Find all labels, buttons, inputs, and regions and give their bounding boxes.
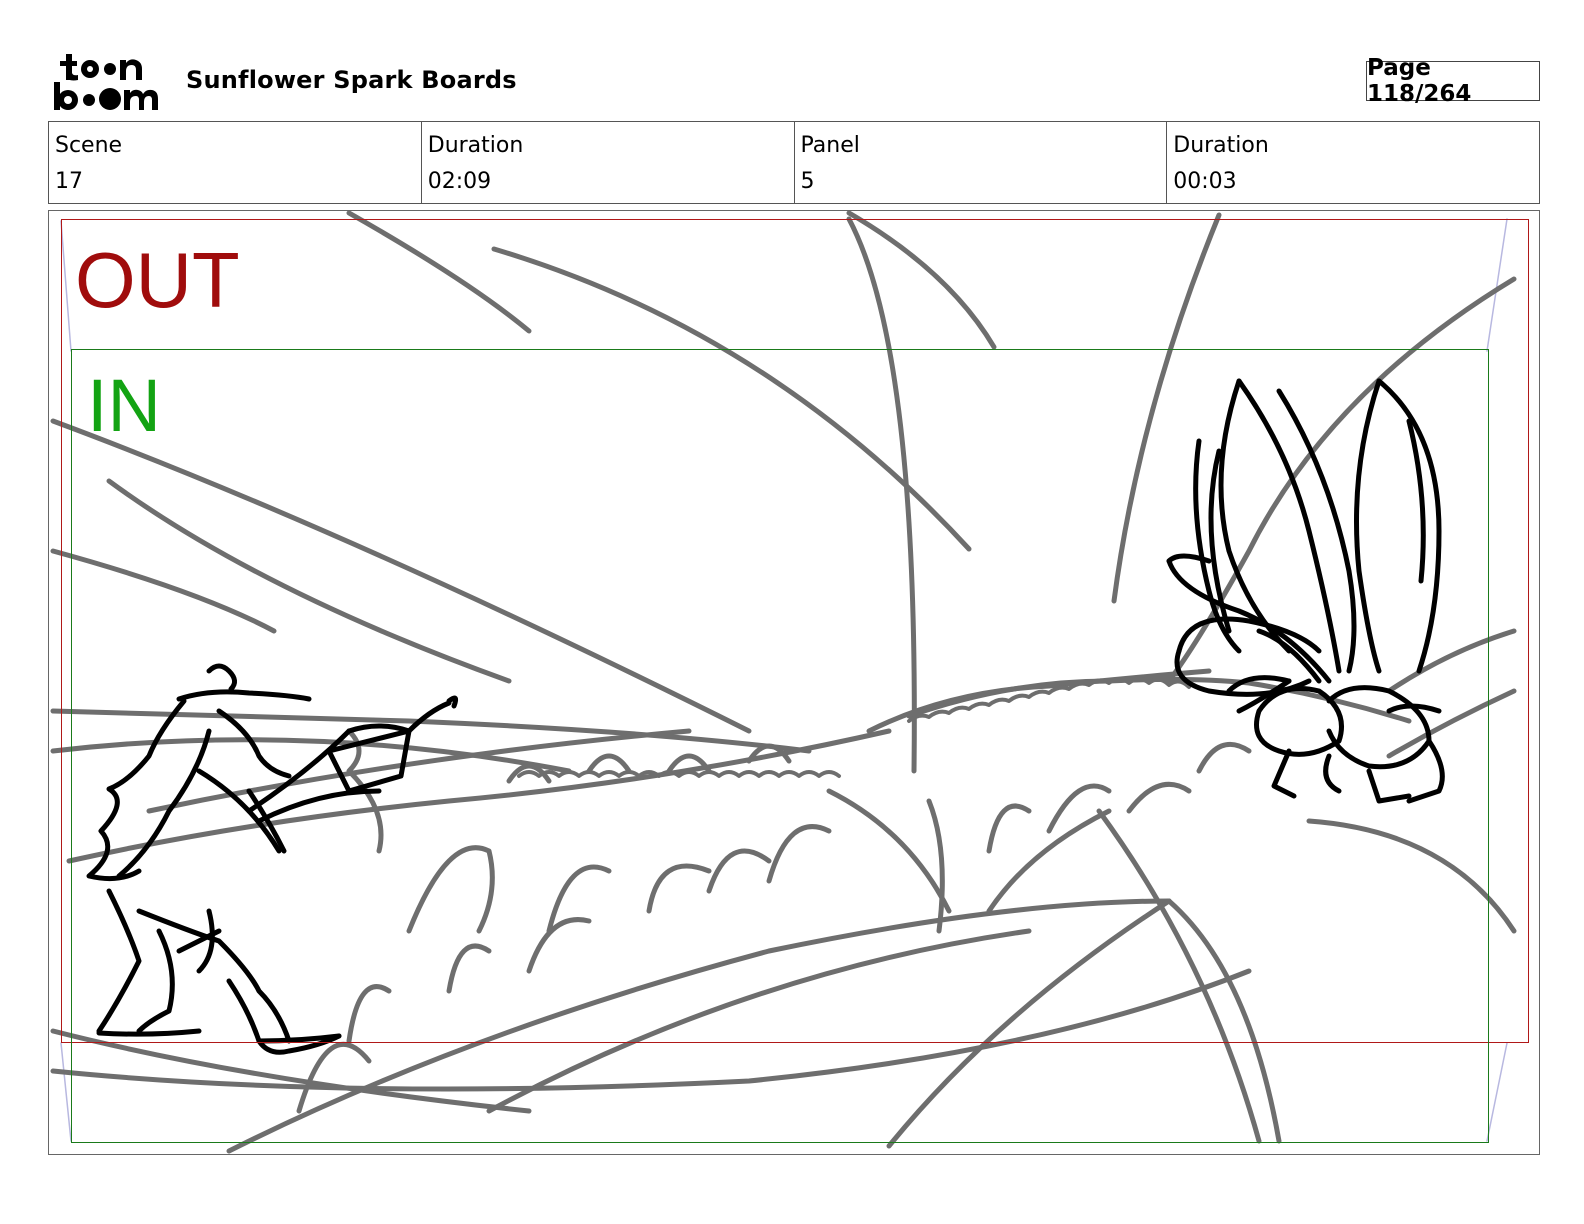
storyboard-panel: OUT IN xyxy=(48,210,1540,1155)
toon-boom-logo xyxy=(52,52,164,112)
scene-info-table: Scene 17 Duration 02:09 Panel 5 Duration… xyxy=(48,121,1540,204)
panel-value: 5 xyxy=(800,169,815,194)
in-frame-label: IN xyxy=(87,364,161,447)
scene-duration-cell: Duration 02:09 xyxy=(420,122,794,203)
page-indicator: Page 118/264 xyxy=(1366,55,1540,107)
scene-duration-label: Duration xyxy=(427,133,524,158)
panel-cell: Panel 5 xyxy=(793,122,1167,203)
out-frame-label: OUT xyxy=(75,236,240,324)
logo-icon xyxy=(54,54,158,110)
panel-duration-value: 00:03 xyxy=(1173,169,1237,194)
scene-label: Scene xyxy=(55,133,123,158)
project-title: Sunflower Spark Boards xyxy=(186,66,517,94)
panel-duration-cell: Duration 00:03 xyxy=(1166,122,1539,203)
scene-cell: Scene 17 xyxy=(49,122,421,203)
panel-label: Panel xyxy=(800,133,860,158)
scene-duration-value: 02:09 xyxy=(427,169,492,194)
scene-value: 17 xyxy=(55,169,83,194)
panel-duration-label: Duration xyxy=(1173,133,1269,158)
camera-in-frame xyxy=(71,349,1489,1143)
